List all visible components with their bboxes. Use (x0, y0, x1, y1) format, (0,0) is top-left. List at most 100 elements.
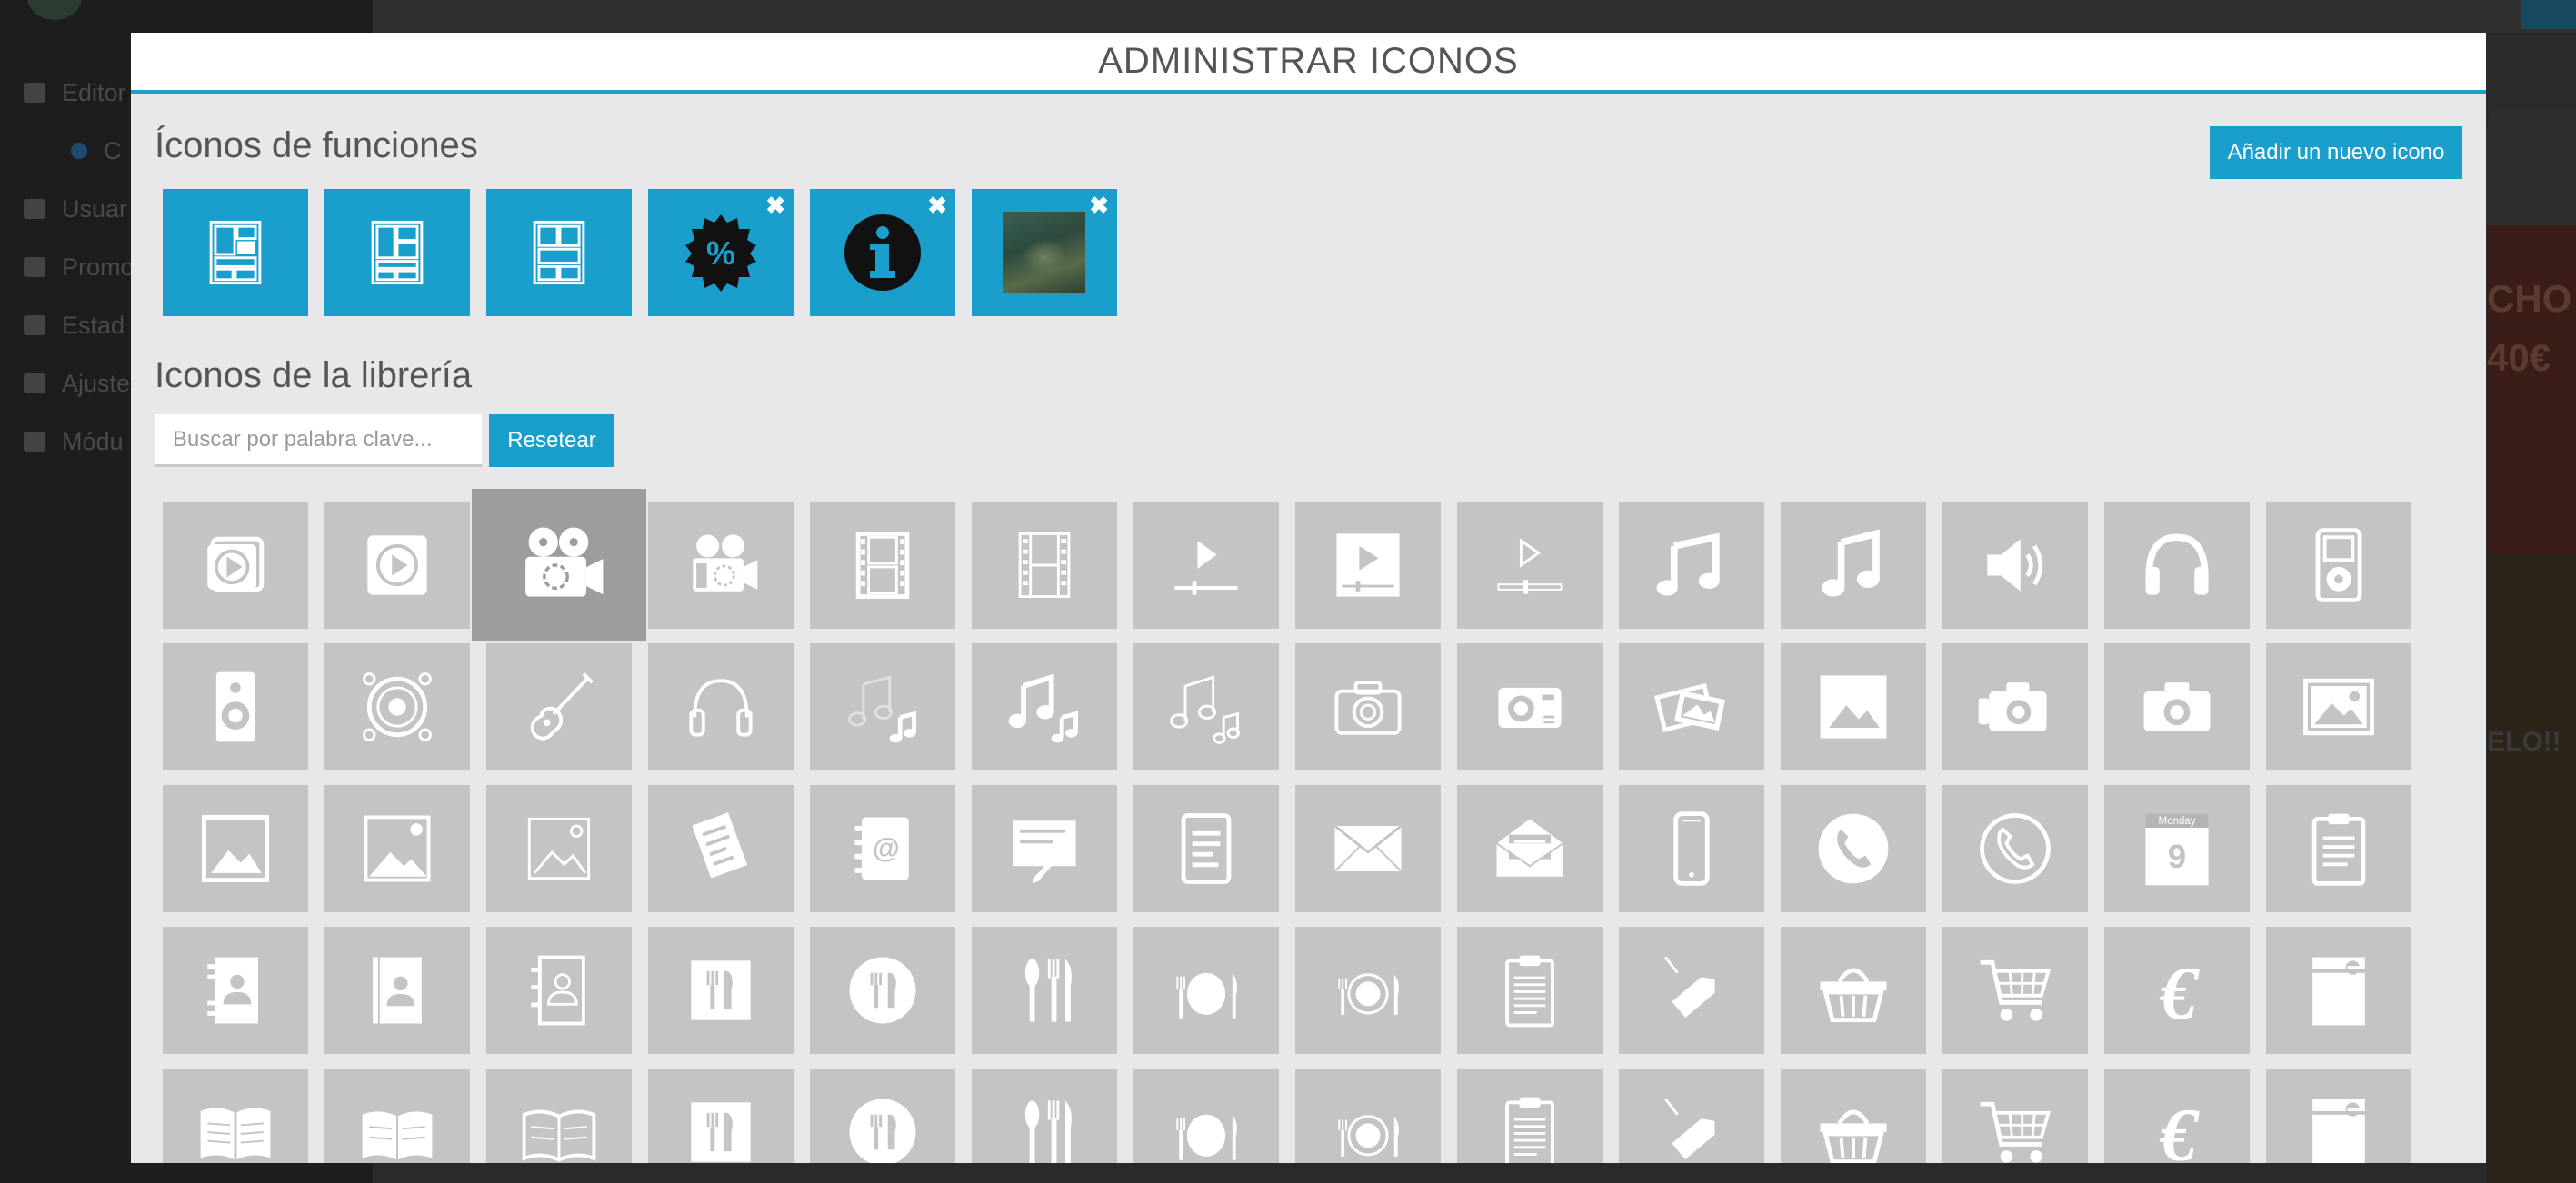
dinner-plate-outline-icon (1324, 947, 1412, 1034)
library-icon-tile[interactable] (1942, 502, 2088, 629)
library-icon-tile[interactable] (648, 927, 794, 1054)
library-icon-tile[interactable] (486, 927, 632, 1054)
library-icon-tile[interactable] (472, 489, 646, 641)
library-icon-tile[interactable] (1781, 927, 1926, 1054)
dinner-plate-icon (1163, 947, 1250, 1034)
library-icon-tile[interactable] (486, 643, 632, 770)
library-icon-tile[interactable] (1295, 502, 1441, 629)
library-icon-tile[interactable] (163, 502, 308, 629)
function-icon-tile[interactable] (486, 189, 632, 316)
library-icon-tile[interactable] (324, 1069, 470, 1163)
library-icon-tile[interactable] (1133, 643, 1279, 770)
background-nav-label: Módu (62, 427, 124, 455)
library-icon-tile[interactable] (324, 785, 470, 912)
library-icon-tile[interactable] (324, 927, 470, 1054)
library-icon-tile[interactable] (1942, 927, 2088, 1054)
library-icon-tile[interactable]: € (2104, 927, 2250, 1054)
library-icon-tile[interactable] (810, 502, 955, 629)
remove-icon[interactable]: ✖ (1089, 194, 1109, 217)
function-icon-tile[interactable]: ✖ (972, 189, 1117, 316)
library-icon-tile[interactable] (1781, 643, 1926, 770)
library-icon-tile[interactable] (2104, 643, 2250, 770)
library-icon-tile[interactable]: Monday 9 (2104, 785, 2250, 912)
library-icon-tile[interactable] (1295, 927, 1441, 1054)
library-icon-tile[interactable] (1619, 785, 1764, 912)
library-icon-tile[interactable] (1133, 927, 1279, 1054)
phone-text-2: 40€ (2487, 336, 2551, 379)
library-icon-tile[interactable] (2266, 927, 2411, 1054)
background-nav-label: Usuar (62, 194, 128, 223)
library-icon-tile[interactable] (1942, 785, 2088, 912)
library-icon-tile[interactable] (1781, 502, 1926, 629)
library-icon-tile[interactable] (648, 785, 794, 912)
library-icon-tile[interactable] (1942, 643, 2088, 770)
library-icon-tile[interactable] (163, 643, 308, 770)
library-icon-tile[interactable] (2266, 785, 2411, 912)
library-icon-tile[interactable] (1942, 1069, 2088, 1163)
library-icon-tile[interactable] (1781, 1069, 1926, 1163)
library-icon-tile[interactable] (324, 643, 470, 770)
library-icon-tile[interactable] (1133, 502, 1279, 629)
function-icon-tile[interactable]: ✖ (810, 189, 955, 316)
function-icon-tile[interactable] (324, 189, 470, 316)
library-icon-tile[interactable] (648, 1069, 794, 1163)
function-icon-tile[interactable]: % ✖ (648, 189, 794, 316)
library-icon-tile[interactable] (1619, 927, 1764, 1054)
library-icon-tile[interactable] (1781, 785, 1926, 912)
library-icon-tile[interactable] (1457, 927, 1603, 1054)
library-icon-tile[interactable] (648, 502, 794, 629)
library-icon-tile[interactable]: @ (810, 785, 955, 912)
dinner-plate-icon (1163, 1089, 1250, 1163)
library-icon-tile[interactable] (1295, 643, 1441, 770)
play-circle-icon (354, 522, 441, 609)
library-icon-tile[interactable] (972, 927, 1117, 1054)
camera-alt-icon (2133, 663, 2221, 751)
library-icon-tile[interactable] (1457, 502, 1603, 629)
add-new-icon-button[interactable]: Añadir un nuevo icono (2210, 126, 2462, 179)
remove-icon[interactable]: ✖ (765, 194, 785, 217)
library-icon-tile[interactable] (486, 1069, 632, 1163)
library-icon-tile[interactable] (324, 502, 470, 629)
music-note-icon (1648, 522, 1735, 609)
library-icon-tile[interactable] (2266, 1069, 2411, 1163)
library-icon-tile[interactable] (163, 785, 308, 912)
library-icon-tile[interactable]: € (2104, 1069, 2250, 1163)
library-icon-tile[interactable] (2266, 643, 2411, 770)
library-icon-tile[interactable] (1295, 1069, 1441, 1163)
library-icon-tile[interactable] (810, 643, 955, 770)
library-icon-tile[interactable] (2104, 502, 2250, 629)
library-icon-tile[interactable] (163, 1069, 308, 1163)
library-icon-tile[interactable] (1457, 785, 1603, 912)
library-icon-tile[interactable] (1619, 643, 1764, 770)
library-icon-tile[interactable] (1133, 785, 1279, 912)
library-icon-tile[interactable] (163, 927, 308, 1054)
headphones-icon (2133, 522, 2221, 609)
library-icon-tile[interactable] (486, 785, 632, 912)
pencil-icon (24, 83, 45, 103)
library-icon-tile[interactable] (1457, 1069, 1603, 1163)
image-filled-icon (354, 805, 441, 892)
library-icon-tile[interactable] (972, 1069, 1117, 1163)
library-icon-tile[interactable] (810, 1069, 955, 1163)
phone-circle-icon (1810, 805, 1897, 892)
library-icon-tile[interactable] (648, 643, 794, 770)
library-icon-tile[interactable] (1619, 502, 1764, 629)
library-icon-tile[interactable] (972, 502, 1117, 629)
library-icon-tile[interactable] (1619, 1069, 1764, 1163)
function-icon-tile[interactable] (163, 189, 308, 316)
library-icon-tile[interactable] (810, 927, 955, 1054)
library-icon-tile[interactable] (1295, 785, 1441, 912)
dinner-plate-outline-icon (1324, 1089, 1412, 1163)
smartphone-icon (1648, 805, 1735, 892)
search-input[interactable] (155, 414, 482, 467)
remove-icon[interactable]: ✖ (927, 194, 947, 217)
library-icon-tile[interactable] (1457, 643, 1603, 770)
library-icon-tile[interactable] (2266, 502, 2411, 629)
background-nav-label: Estad (62, 311, 125, 339)
library-icon-tile[interactable] (972, 785, 1117, 912)
reset-button[interactable]: Resetear (489, 414, 614, 467)
library-icon-tile[interactable] (1133, 1069, 1279, 1163)
woofer-icon (354, 663, 441, 751)
library-icon-tile[interactable] (972, 643, 1117, 770)
box-icon (2295, 947, 2382, 1034)
